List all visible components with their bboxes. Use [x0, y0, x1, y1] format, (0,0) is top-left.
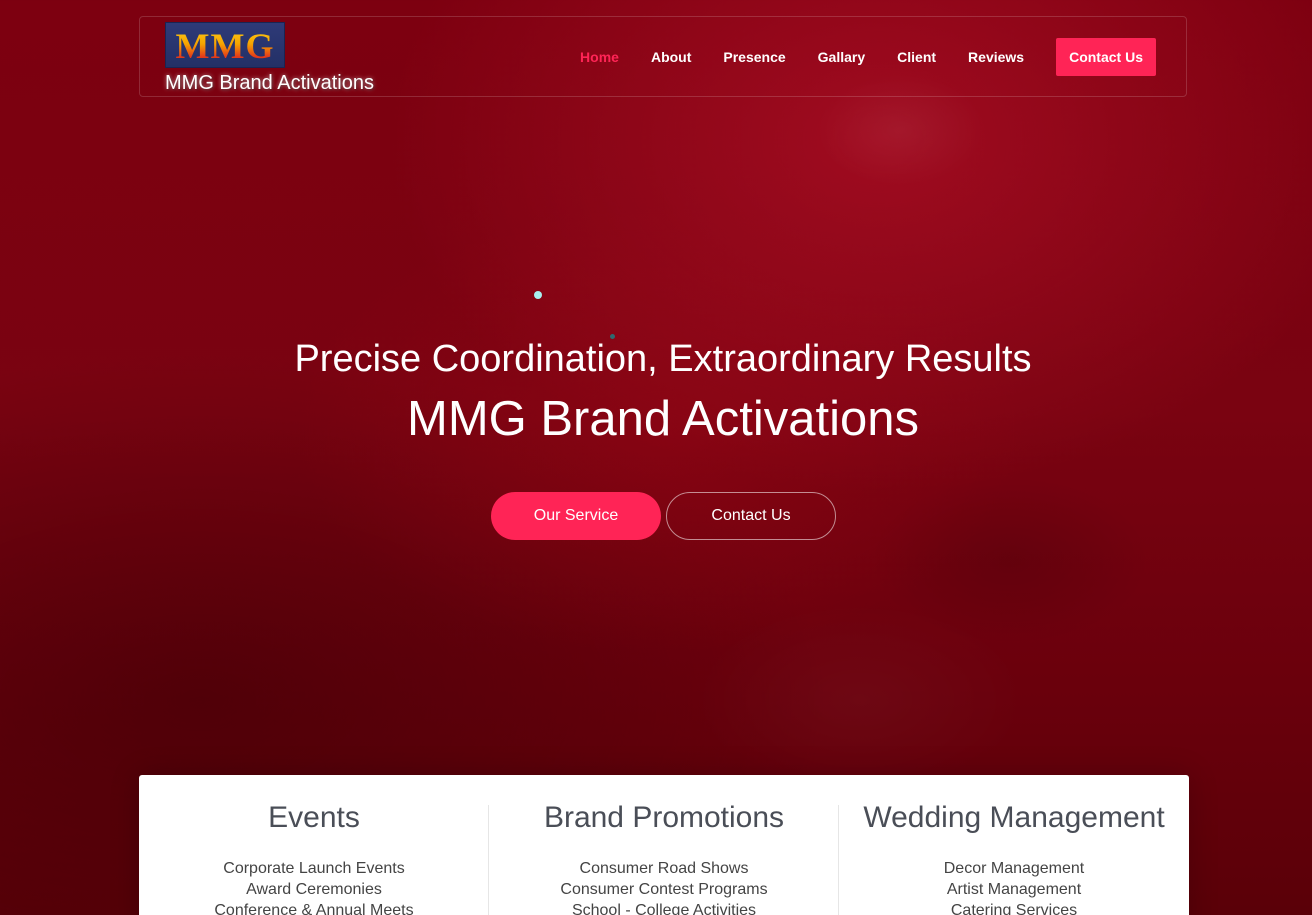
service-title: Brand Promotions — [543, 801, 785, 834]
nav-gallary[interactable]: Gallary — [818, 38, 865, 76]
nav-reviews[interactable]: Reviews — [968, 38, 1024, 76]
service-item: Consumer Contest Programs — [560, 881, 768, 898]
hero-title: MMG Brand Activations — [407, 392, 919, 446]
nav-about[interactable]: About — [651, 38, 691, 76]
service-title: Wedding Management — [863, 801, 1165, 834]
logo-text: MMG — [166, 25, 284, 67]
service-item: Artist Management — [946, 881, 1082, 898]
service-list: Decor Management Artist Management Cater… — [839, 858, 1189, 915]
service-list: Corporate Launch Events Award Ceremonies… — [139, 858, 489, 915]
service-column-brand-promotions: Brand Promotions Consumer Road Shows Con… — [489, 775, 839, 915]
service-title: Events — [268, 801, 360, 834]
main-nav: Home About Presence Gallary Client Revie… — [580, 38, 1156, 76]
service-item: Consumer Road Shows — [579, 860, 749, 877]
contact-us-nav-button[interactable]: Contact Us — [1056, 38, 1156, 76]
brand-name[interactable]: MMG Brand Activations — [165, 72, 374, 95]
hero-subtitle: Precise Coordination, Extraordinary Resu… — [294, 338, 1032, 380]
service-column-wedding-management: Wedding Management Decor Management Arti… — [839, 775, 1189, 915]
service-item: Conference & Annual Meets — [214, 902, 414, 915]
service-item: Catering Services — [950, 902, 1078, 915]
service-item: Corporate Launch Events — [223, 860, 405, 877]
our-service-button[interactable]: Our Service — [491, 492, 661, 540]
contact-us-button[interactable]: Contact Us — [666, 492, 836, 540]
nav-presence[interactable]: Presence — [723, 38, 785, 76]
service-item: School - College Activities — [571, 902, 757, 915]
decorative-dot — [534, 291, 542, 299]
mmg-logo[interactable]: MMG — [165, 22, 285, 68]
services-panel: Events Corporate Launch Events Award Cer… — [139, 775, 1189, 915]
service-list: Consumer Road Shows Consumer Contest Pro… — [489, 858, 839, 915]
service-item: Award Ceremonies — [246, 881, 382, 898]
service-column-events: Events Corporate Launch Events Award Cer… — [139, 775, 489, 915]
site-header: MMG MMG Brand Activations Home About Pre… — [139, 16, 1187, 97]
nav-client[interactable]: Client — [897, 38, 936, 76]
nav-home[interactable]: Home — [580, 38, 619, 76]
service-item: Decor Management — [943, 860, 1085, 877]
